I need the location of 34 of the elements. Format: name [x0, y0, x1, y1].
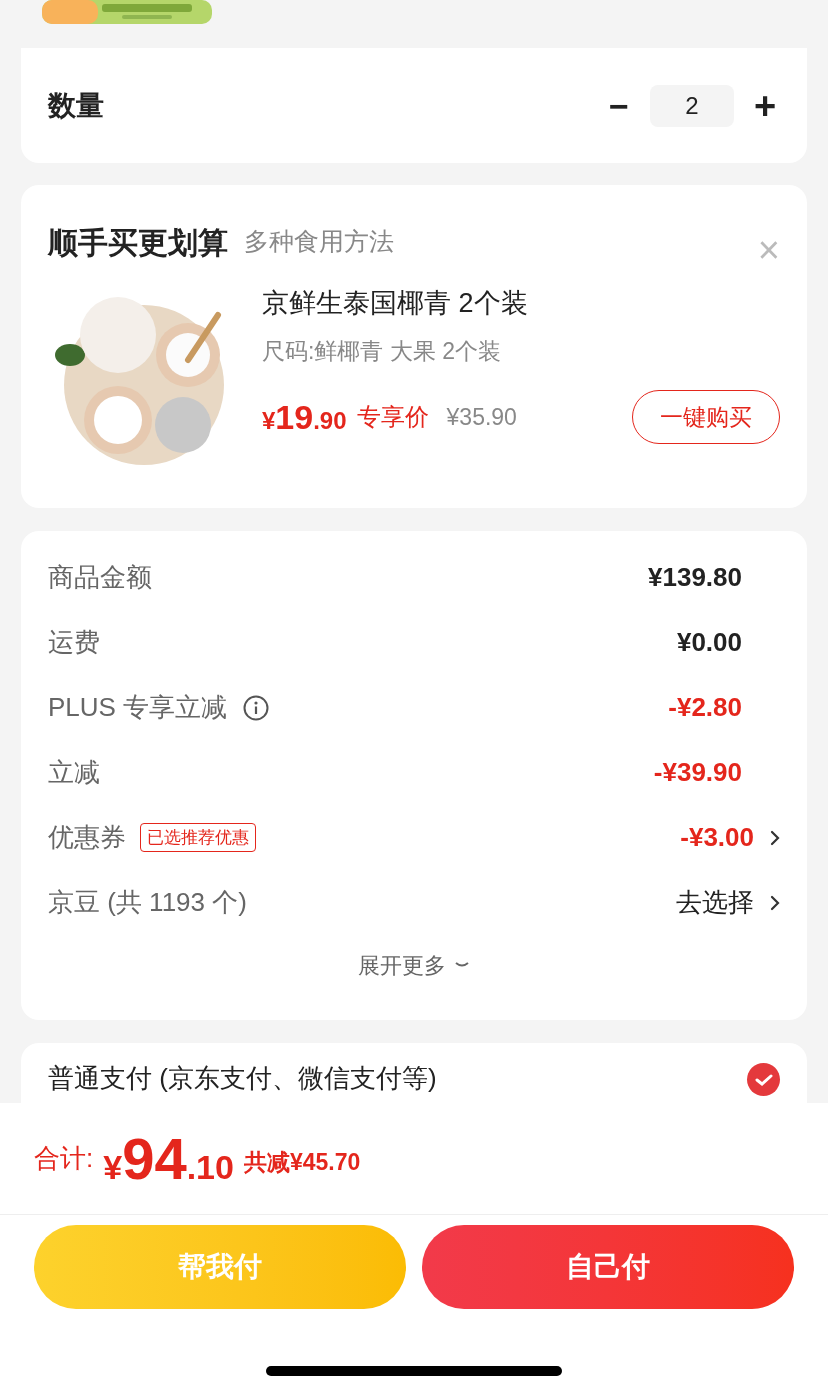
check-icon	[754, 1072, 773, 1087]
summary-value[interactable]: 去选择	[676, 883, 754, 922]
section-subtitle: 多种食用方法	[244, 226, 394, 258]
chevron-right-icon	[770, 828, 780, 847]
radio-check[interactable]	[747, 1063, 780, 1096]
summary-label: 运费	[48, 626, 100, 659]
total-price: ¥94.10	[103, 1125, 234, 1193]
coupon-tag: 已选推荐优惠	[140, 822, 256, 853]
summary-label: 商品金额	[48, 561, 152, 594]
total-saved: 共减¥45.70	[243, 1148, 361, 1178]
original-price: ¥35.90	[446, 402, 517, 432]
quantity-field[interactable]: 2	[650, 84, 734, 127]
summary-value: -¥39.90	[653, 756, 742, 789]
chevron-right-icon	[770, 893, 780, 912]
info-icon	[243, 694, 270, 721]
decrease-button[interactable]: −	[604, 88, 634, 123]
price: ¥19.90	[262, 396, 347, 438]
summary-label: 优惠券	[48, 821, 126, 854]
product-name: 京鲜生泰国椰青 2个装	[262, 287, 529, 320]
summary-label: PLUS 专享立减	[48, 691, 228, 724]
expand-more-button[interactable]: 展开更多	[358, 937, 470, 993]
summary-value: -¥3.00	[680, 821, 754, 854]
total-label: 合计:	[34, 1142, 94, 1175]
summary-value: ¥0.00	[676, 626, 742, 659]
summary-label: 京豆 (共 1193 个)	[48, 886, 247, 919]
summary-value: -¥2.80	[668, 691, 742, 724]
product-spec: 尺码:鲜椰青 大果 2个装	[262, 336, 502, 366]
summary-value: ¥139.80	[648, 561, 742, 594]
increase-button[interactable]: +	[750, 86, 780, 125]
quantity-label: 数量	[48, 88, 104, 123]
summary-label: 立减	[48, 756, 100, 789]
price-tag: 专享价	[356, 399, 429, 435]
pay-self-button[interactable]: 自己付	[422, 1225, 794, 1309]
section-title: 顺手买更划算	[48, 224, 228, 261]
